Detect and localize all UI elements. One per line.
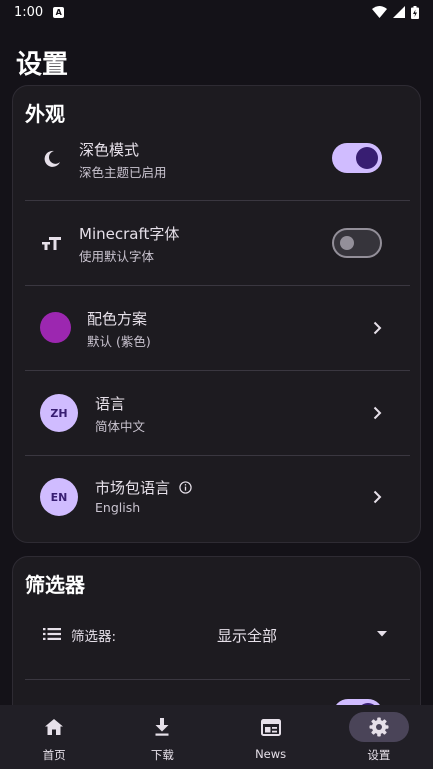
gear-icon	[348, 712, 409, 742]
battery-icon	[411, 5, 419, 19]
text-size-icon	[41, 232, 63, 254]
divider	[25, 679, 410, 680]
chevron-right-icon	[373, 490, 382, 504]
market-language-label: 市场包语言	[95, 479, 171, 497]
chevron-right-icon	[373, 406, 382, 420]
market-language-row[interactable]: EN 市场包语言 English	[25, 456, 410, 540]
market-language-title: 市场包语言	[95, 477, 192, 498]
filter-title: 筛选器	[25, 573, 85, 597]
filter-value: 显示全部	[217, 627, 278, 645]
minecraft-font-row[interactable]: Minecraft字体 使用默认字体	[25, 201, 410, 285]
nav-settings-label: 设置	[367, 748, 391, 762]
language-title: 语言	[95, 395, 126, 413]
download-icon	[132, 712, 192, 742]
info-icon[interactable]	[179, 481, 192, 494]
minecraft-font-toggle[interactable]	[332, 228, 382, 258]
nav-download-label: 下载	[150, 748, 174, 762]
dark-mode-title: 深色模式	[79, 141, 140, 159]
nav-download[interactable]: 下载	[108, 705, 216, 769]
dark-mode-toggle[interactable]	[332, 143, 382, 173]
color-scheme-title: 配色方案	[87, 310, 148, 328]
nav-home-label: 首页	[42, 748, 66, 762]
language-subtitle: 简体中文	[95, 419, 146, 434]
bottom-navigation: 首页 下载 News 设置	[0, 705, 433, 769]
nav-news[interactable]: News	[217, 705, 325, 769]
moon-icon	[41, 148, 63, 170]
nav-news-label: News	[255, 747, 287, 761]
market-language-subtitle: English	[95, 500, 141, 515]
color-swatch	[40, 312, 71, 343]
filter-label: 筛选器:	[71, 629, 117, 645]
color-scheme-row[interactable]: 配色方案 默认 (紫色)	[25, 286, 410, 370]
color-scheme-subtitle: 默认 (紫色)	[87, 334, 151, 349]
minecraft-font-subtitle: 使用默认字体	[79, 249, 155, 264]
appearance-title: 外观	[25, 102, 65, 126]
dark-mode-row[interactable]: 深色模式 深色主题已启用	[25, 134, 410, 198]
toggle-knob	[340, 236, 354, 250]
news-icon	[241, 712, 301, 742]
market-language-badge: EN	[40, 478, 78, 516]
nav-home[interactable]: 首页	[0, 705, 108, 769]
language-row[interactable]: ZH 语言 简体中文	[25, 371, 410, 455]
signal-icon	[393, 6, 405, 18]
chevron-down-icon	[377, 631, 387, 637]
wifi-icon	[372, 6, 387, 18]
page-title: 设置	[16, 50, 69, 80]
language-badge: ZH	[40, 394, 78, 432]
chevron-right-icon	[373, 321, 382, 335]
nav-settings[interactable]: 设置	[325, 705, 433, 769]
filter-dropdown[interactable]: 筛选器: 显示全部	[25, 617, 410, 653]
dark-mode-subtitle: 深色主题已启用	[79, 165, 167, 180]
notification-icon: A	[53, 6, 65, 18]
list-icon	[43, 628, 61, 640]
toggle-knob	[356, 147, 378, 169]
status-bar: 1:00 A	[0, 0, 433, 24]
status-time: 1:00	[14, 4, 44, 20]
home-icon	[24, 712, 84, 742]
appearance-card: 外观 深色模式 深色主题已启用 Minecraft字体 使用默认字体 配色方案 …	[12, 85, 421, 543]
minecraft-font-title: Minecraft字体	[79, 225, 180, 243]
